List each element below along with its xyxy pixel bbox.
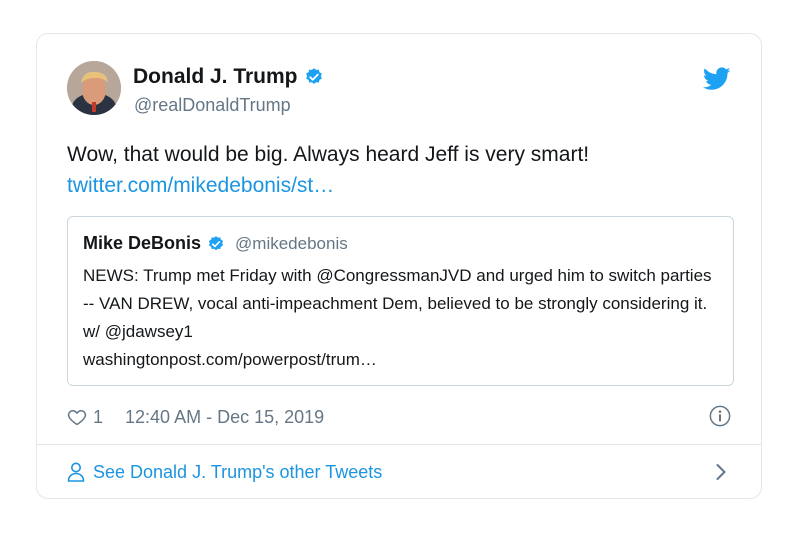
quoted-tweet-link: washingtonpost.com/powerpost/trum…: [83, 350, 377, 369]
verified-badge-icon: [208, 235, 224, 250]
person-icon: [67, 462, 85, 482]
author-name-text: Donald J. Trump: [133, 65, 298, 88]
other-tweets-link[interactable]: See Donald J. Trump's other Tweets: [67, 445, 731, 499]
embedded-tweet-card: Donald J. Trump @realDonaldTrump Wow, th…: [36, 33, 762, 499]
quoted-author-name: Mike DeBonis: [83, 233, 202, 253]
heart-icon[interactable]: [67, 407, 87, 427]
verified-badge-icon: [305, 68, 322, 84]
info-icon[interactable]: [709, 405, 731, 427]
tweet-meta: 1 12:40 AM - Dec 15, 2019: [67, 402, 731, 432]
avatar-image: [67, 61, 121, 115]
other-tweets-label: See Donald J. Trump's other Tweets: [93, 461, 383, 482]
quoted-tweet-header: Mike DeBonis @mikedebonis: [83, 233, 348, 254]
chevron-right-icon: [716, 464, 726, 480]
quoted-tweet[interactable]: Mike DeBonis @mikedebonis NEWS: Trump me…: [67, 216, 734, 386]
tweet-timestamp[interactable]: 12:40 AM - Dec 15, 2019: [125, 407, 324, 428]
tweet-text: Wow, that would be big. Always heard Jef…: [67, 143, 590, 166]
like-count[interactable]: 1: [93, 407, 103, 428]
avatar[interactable]: [67, 61, 121, 115]
tweet-header: Donald J. Trump @realDonaldTrump: [67, 61, 731, 121]
twitter-bird-icon[interactable]: [703, 67, 731, 91]
quoted-tweet-body: NEWS: Trump met Friday with @Congressman…: [83, 262, 718, 374]
author-name[interactable]: Donald J. Trump: [133, 65, 324, 89]
tweet-link[interactable]: twitter.com/mikedebonis/st…: [67, 170, 731, 201]
tweet-body: Wow, that would be big. Always heard Jef…: [67, 139, 731, 201]
author-handle[interactable]: @realDonaldTrump: [134, 95, 291, 116]
quoted-author-handle: @mikedebonis: [235, 233, 348, 253]
quoted-tweet-text: NEWS: Trump met Friday with @Congressman…: [83, 266, 712, 341]
